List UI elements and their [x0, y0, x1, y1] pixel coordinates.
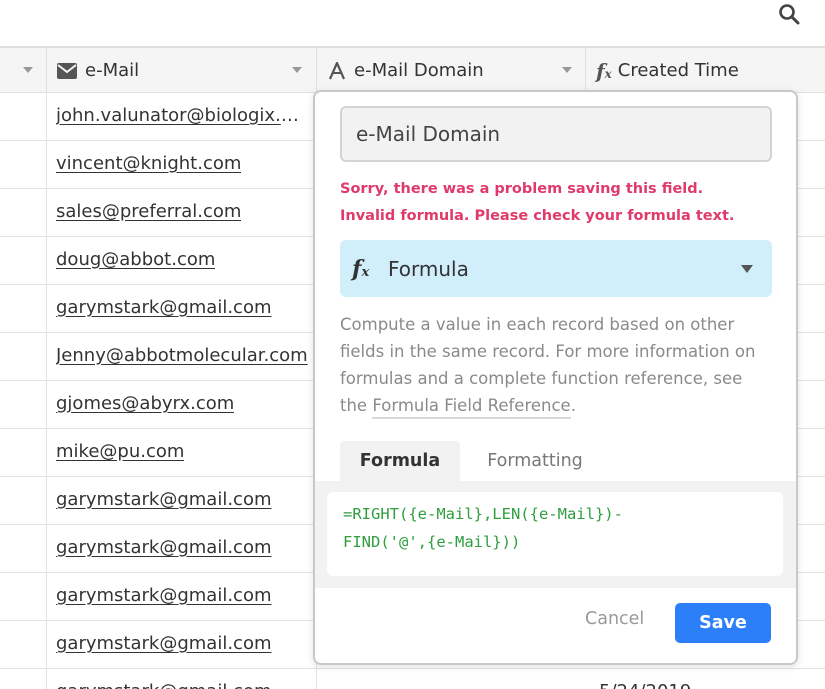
tab-formatting[interactable]: Formatting: [470, 441, 600, 481]
email-cell[interactable]: garymstark@gmail.com: [47, 669, 317, 689]
chevron-down-icon: [741, 265, 753, 273]
column-header-created-time[interactable]: fx Created Time: [586, 48, 825, 93]
formula-editor-panel: =RIGHT({e-Mail},LEN({e-Mail})- FIND('@',…: [315, 481, 796, 588]
grid-header-row: e-Mail e-Mail Domain fx Created Time: [0, 46, 825, 93]
formula-icon: fx: [352, 255, 370, 282]
column-menu-caret-icon[interactable]: [292, 67, 302, 73]
email-link[interactable]: mike@pu.com: [56, 441, 184, 462]
email-cell[interactable]: Jenny@abbotmolecular.com: [47, 333, 317, 380]
email-cell[interactable]: john.valunator@biologix.com: [47, 93, 317, 140]
field-type-label: Formula: [388, 256, 469, 281]
column-header-label: e-Mail Domain: [354, 60, 484, 81]
email-link[interactable]: sales@preferral.com: [56, 201, 241, 222]
column-header-email[interactable]: e-Mail: [47, 48, 317, 93]
email-cell[interactable]: mike@pu.com: [47, 429, 317, 476]
email-link[interactable]: garymstark@gmail.com: [56, 585, 272, 606]
save-button[interactable]: Save: [675, 603, 771, 643]
email-cell[interactable]: garymstark@gmail.com: [47, 525, 317, 572]
search-icon[interactable]: [777, 2, 801, 26]
email-link[interactable]: gjomes@abyrx.com: [56, 393, 234, 414]
email-cell[interactable]: garymstark@gmail.com: [47, 477, 317, 524]
error-message: Sorry, there was a problem saving this f…: [340, 181, 735, 224]
email-link[interactable]: Jenny@abbotmolecular.com: [56, 345, 308, 366]
email-link[interactable]: garymstark@gmail.com: [56, 633, 272, 654]
email-link[interactable]: john.valunator@biologix.com: [56, 105, 308, 126]
column-header-label: e-Mail: [85, 60, 140, 81]
field-config-popup: Sorry, there was a problem saving this f…: [313, 90, 798, 665]
column-menu-caret-icon[interactable]: [23, 67, 33, 73]
column-header-previous[interactable]: [0, 48, 47, 93]
field-type-description: Compute a value in each record based on …: [340, 311, 760, 419]
envelope-icon: [57, 62, 77, 79]
field-name-input[interactable]: [340, 106, 772, 162]
formula-line: FIND('@',{e-Mail})): [343, 533, 521, 551]
email-link[interactable]: garymstark@gmail.com: [56, 537, 272, 558]
email-link[interactable]: garymstark@gmail.com: [56, 489, 272, 510]
cancel-button[interactable]: Cancel: [585, 609, 644, 629]
email-cell[interactable]: garymstark@gmail.com: [47, 573, 317, 620]
formula-editor[interactable]: =RIGHT({e-Mail},LEN({e-Mail})- FIND('@',…: [327, 492, 783, 576]
column-header-email-domain[interactable]: e-Mail Domain: [317, 48, 586, 93]
email-link[interactable]: garymstark@gmail.com: [56, 297, 272, 318]
field-type-select[interactable]: fx Formula: [340, 240, 772, 297]
tab-formula[interactable]: Formula: [340, 441, 460, 481]
email-cell[interactable]: vincent@knight.com: [47, 141, 317, 188]
email-cell[interactable]: doug@abbot.com: [47, 237, 317, 284]
popup-footer: Cancel Save: [315, 588, 796, 663]
formula-icon: fx: [596, 58, 612, 83]
text-field-icon: [328, 61, 346, 79]
email-link[interactable]: doug@abbot.com: [56, 249, 215, 270]
formula-reference-link[interactable]: Formula Field Reference: [372, 396, 571, 419]
table-row[interactable]: garymstark@gmail.com 5/24/2019: [0, 669, 825, 689]
email-cell[interactable]: gjomes@abyrx.com: [47, 381, 317, 428]
email-cell[interactable]: garymstark@gmail.com: [47, 285, 317, 332]
email-link[interactable]: garymstark@gmail.com: [56, 681, 272, 689]
email-link[interactable]: vincent@knight.com: [56, 153, 241, 174]
column-menu-caret-icon[interactable]: [562, 67, 572, 73]
column-header-label: Created Time: [617, 60, 739, 81]
formula-line: =RIGHT({e-Mail},LEN({e-Mail})-: [343, 505, 623, 523]
email-cell[interactable]: sales@preferral.com: [47, 189, 317, 236]
email-cell[interactable]: garymstark@gmail.com: [47, 621, 317, 668]
created-time-value: 5/24/2019: [599, 681, 691, 689]
top-toolbar: [0, 0, 825, 46]
